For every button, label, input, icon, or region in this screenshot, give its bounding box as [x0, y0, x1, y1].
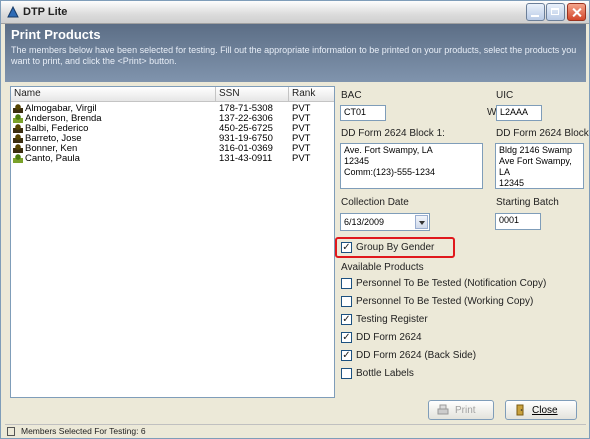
column-header-ssn[interactable]: SSN [216, 87, 289, 101]
product-label[interactable]: Personnel To Be Tested (Notification Cop… [356, 278, 546, 289]
block2-textarea[interactable]: Bldg 2146 Swamp Ave Fort Swampy, LA 1234… [495, 143, 584, 189]
product-checkbox-bottle-labels[interactable] [341, 368, 352, 379]
collection-date-label: Collection Date [341, 197, 409, 208]
uic-label: UIC [496, 90, 514, 101]
status-text: Members Selected For Testing: 6 [21, 426, 146, 436]
print-button-label: Print [455, 405, 476, 416]
male-person-icon [13, 144, 23, 153]
status-bar: Members Selected For Testing: 6 [5, 424, 586, 438]
close-window-button[interactable] [567, 3, 586, 21]
starting-batch-input[interactable]: 0001 [495, 213, 541, 230]
page-title: Print Products [11, 27, 101, 42]
title-bar: DTP Lite [1, 1, 589, 24]
chevron-down-icon[interactable] [415, 215, 428, 229]
block1-line: Comm:(123)-555-1234 [344, 167, 436, 177]
male-person-icon [13, 104, 23, 113]
window-title: DTP Lite [23, 6, 68, 18]
column-header-rank[interactable]: Rank [289, 87, 334, 101]
block1-line: 12345 [344, 156, 370, 166]
product-label[interactable]: Personnel To Be Tested (Working Copy) [356, 296, 533, 307]
table-row[interactable]: Canto, Paula 131-43-0911 PVT [13, 153, 333, 164]
female-person-icon [13, 114, 23, 123]
block2-line: Bldg 2146 Swamp [499, 145, 573, 155]
block2-line: 12345 [499, 178, 525, 188]
product-checkbox-working-copy[interactable] [341, 296, 352, 307]
list-header: Name SSN Rank [11, 87, 334, 102]
starting-batch-label: Starting Batch [496, 197, 559, 208]
block2-label: DD Form 2624 Block 2 [496, 128, 590, 139]
uic-input[interactable]: L2AAA [496, 105, 542, 121]
minimize-button[interactable] [526, 3, 545, 21]
product-label[interactable]: DD Form 2624 (Back Side) [356, 350, 476, 361]
document-icon [7, 427, 15, 436]
bac-label: BAC [341, 90, 362, 101]
door-exit-icon [516, 404, 524, 416]
block1-line: Ave. Fort Swampy, LA [344, 145, 433, 155]
close-button-label: Close [532, 405, 558, 416]
maximize-button[interactable] [546, 3, 565, 21]
female-person-icon [13, 154, 23, 163]
product-checkbox-testing-register[interactable]: ✓ [341, 314, 352, 325]
app-window: DTP Lite Print Products The members belo… [0, 0, 590, 439]
members-list[interactable]: Name SSN Rank Almogabar, Virgil 178-71-5… [10, 86, 335, 398]
product-checkbox-dd-form-2624-back[interactable]: ✓ [341, 350, 352, 361]
product-label[interactable]: Testing Register [356, 314, 428, 325]
product-checkbox-dd-form-2624[interactable]: ✓ [341, 332, 352, 343]
close-button[interactable]: Close [505, 400, 577, 420]
bac-input[interactable]: CT01 [340, 105, 386, 121]
page-header: Print Products The members below have be… [5, 24, 586, 82]
page-description: The members below have been selected for… [11, 45, 577, 66]
column-header-name[interactable]: Name [11, 87, 216, 101]
block1-label: DD Form 2624 Block 1: [341, 128, 445, 139]
collection-date-picker[interactable]: 6/13/2009 [340, 213, 430, 231]
print-button[interactable]: Print [428, 400, 494, 420]
member-ssn: 131-43-0911 [219, 153, 273, 164]
printer-icon [437, 404, 449, 415]
group-by-gender-checkbox[interactable]: ✓ [341, 242, 352, 253]
product-checkbox-notification-copy[interactable] [341, 278, 352, 289]
male-person-icon [13, 124, 23, 133]
male-person-icon [13, 134, 23, 143]
group-by-gender-label[interactable]: Group By Gender [356, 242, 434, 253]
member-rank: PVT [292, 153, 311, 164]
block2-line: Ave Fort Swampy, LA [499, 156, 572, 177]
product-label[interactable]: Bottle Labels [356, 368, 414, 379]
dtp-app-icon [7, 5, 19, 18]
block1-textarea[interactable]: Ave. Fort Swampy, LA 12345 Comm:(123)-55… [340, 143, 483, 189]
product-label[interactable]: DD Form 2624 [356, 332, 422, 343]
member-name: Canto, Paula [25, 153, 80, 164]
collection-date-value: 6/13/2009 [344, 217, 385, 227]
available-products-label: Available Products [341, 262, 424, 273]
